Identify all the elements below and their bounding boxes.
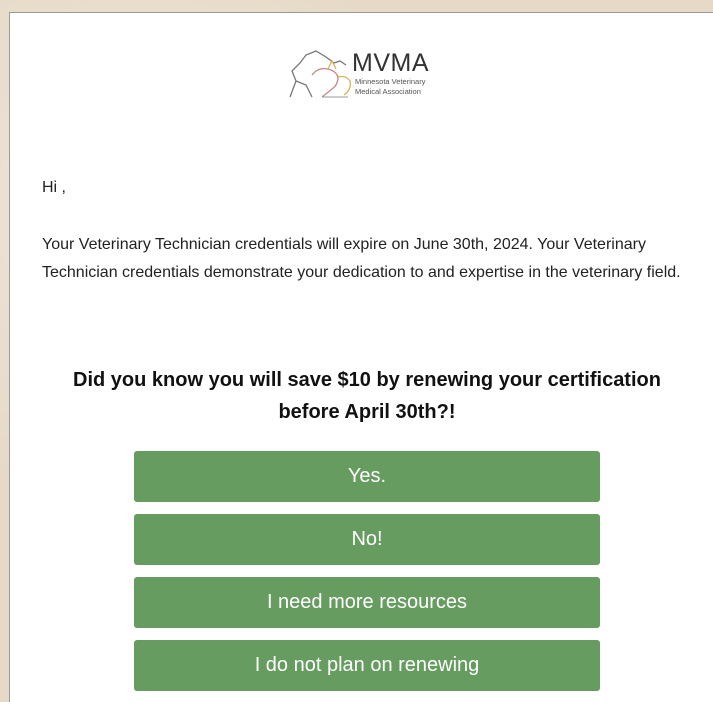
logo-subtitle-line2: Medical Association [355, 87, 421, 96]
need-resources-button[interactable]: I need more resources [134, 577, 600, 628]
body-paragraph: Your Veterinary Technician credentials w… [42, 236, 681, 281]
logo-subtitle-line1: Minnesota Veterinary [355, 77, 426, 86]
mvma-logo: MVMA Minnesota Veterinary Medical Associ… [282, 41, 452, 103]
no-button[interactable]: No! [134, 514, 600, 565]
email-card: MVMA Minnesota Veterinary Medical Associ… [9, 12, 713, 702]
renewal-question: Did you know you will save $10 by renewi… [73, 369, 661, 423]
greeting-text: Hi , [42, 179, 66, 196]
not-renewing-button[interactable]: I do not plan on renewing [134, 640, 600, 691]
logo-title: MVMA [352, 49, 429, 77]
yes-button[interactable]: Yes. [134, 451, 600, 502]
